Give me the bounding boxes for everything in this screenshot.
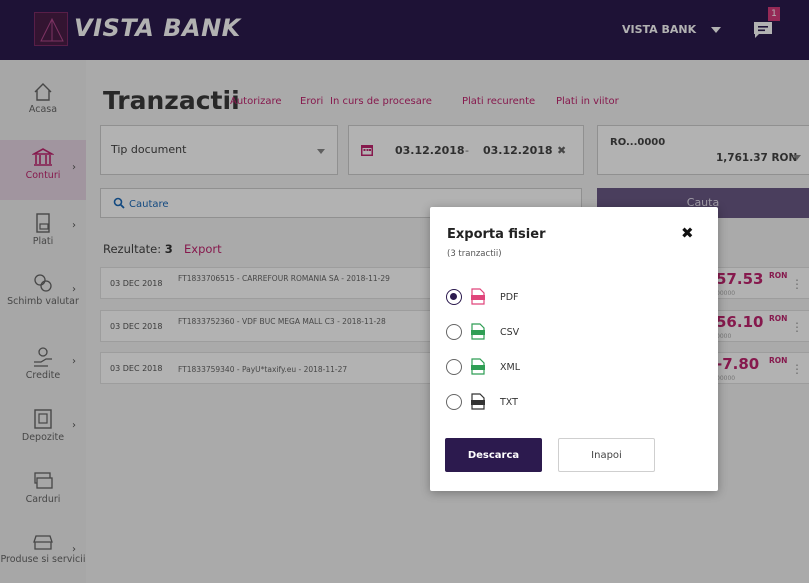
back-button[interactable]: Inapoi (558, 438, 655, 472)
pdf-file-icon (471, 288, 485, 305)
export-option-txt[interactable]: TXT (446, 392, 646, 412)
radio-xml[interactable] (446, 359, 462, 375)
close-icon[interactable]: ✖ (681, 224, 694, 242)
export-dialog: Exporta fisier (3 tranzactii) ✖ PDF CSV … (430, 207, 718, 491)
export-option-pdf[interactable]: PDF (446, 287, 646, 307)
dialog-title: Exporta fisier (447, 227, 546, 242)
dialog-subtitle: (3 tranzactii) (447, 249, 502, 259)
download-button[interactable]: Descarca (445, 438, 542, 472)
txt-file-icon (471, 393, 485, 410)
radio-pdf[interactable] (446, 289, 462, 305)
radio-csv[interactable] (446, 324, 462, 340)
radio-txt[interactable] (446, 394, 462, 410)
csv-file-icon (471, 323, 485, 340)
export-option-csv[interactable]: CSV (446, 322, 646, 342)
xml-file-icon (471, 358, 485, 375)
export-option-xml[interactable]: XML (446, 357, 646, 377)
